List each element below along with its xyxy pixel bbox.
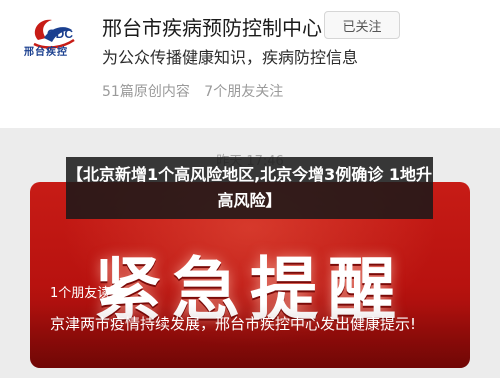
account-header: CDC 邢台疾控 邢台市疾病预防控制中心 为公众传播健康知识，疾病防控信息 已关… bbox=[0, 0, 500, 128]
original-articles-count[interactable]: 51篇原创内容 bbox=[102, 84, 190, 100]
account-name[interactable]: 邢台市疾病预防控制中心 bbox=[102, 12, 322, 41]
logo-caption: 邢台疾控 bbox=[24, 47, 68, 58]
article-title[interactable]: 京津两市疫情持续发展，邢台市疾控中心发出健康提示! bbox=[50, 312, 462, 336]
headline-overlay: 【北京新增1个高风险地区,北京今增3例确诊 1地升高风险】 bbox=[66, 157, 433, 219]
account-stats: 51篇原创内容 7个朋友关注 bbox=[102, 81, 293, 101]
friends-following-count[interactable]: 7个朋友关注 bbox=[204, 84, 283, 100]
friends-read-count: 1个朋友读过 bbox=[50, 286, 124, 301]
follow-button[interactable]: 已关注 bbox=[324, 11, 400, 39]
svg-text:CDC: CDC bbox=[47, 27, 73, 41]
account-description: 为公众传播健康知识，疾病防控信息 bbox=[102, 48, 359, 67]
